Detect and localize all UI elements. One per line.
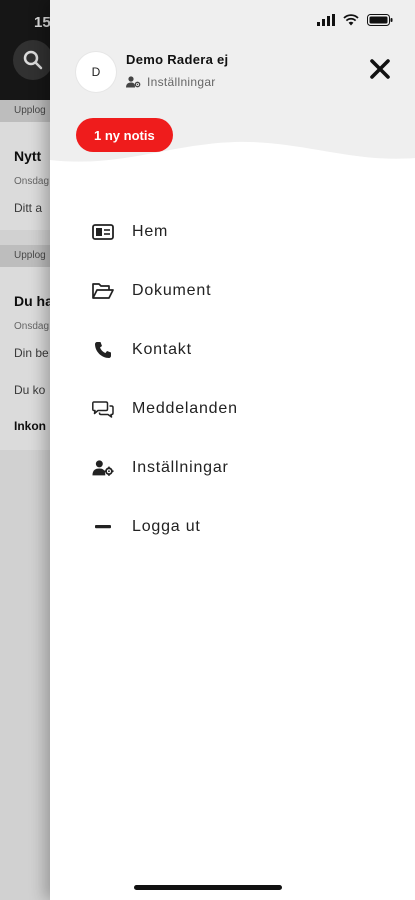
close-icon [370, 59, 390, 79]
drawer-header: D Demo Radera ej Inställningar 1 ny noti… [50, 0, 415, 170]
folder-open-icon [92, 280, 114, 302]
close-button[interactable] [367, 56, 393, 82]
signal-icon [317, 14, 335, 26]
home-indicator[interactable] [134, 885, 282, 890]
menu-item-label: Logga ut [132, 517, 201, 535]
battery-icon [367, 14, 393, 26]
wifi-icon [343, 14, 359, 26]
minus-icon [92, 516, 114, 538]
avatar[interactable]: D [76, 52, 116, 92]
menu-item-logga-ut[interactable]: Logga ut [50, 497, 415, 556]
navigation-drawer: D Demo Radera ej Inställningar 1 ny noti… [50, 0, 415, 900]
menu-item-installningar[interactable]: Inställningar [50, 438, 415, 497]
user-cog-icon [92, 457, 114, 479]
menu-item-label: Meddelanden [132, 399, 238, 417]
menu-item-dokument[interactable]: Dokument [50, 261, 415, 320]
menu-item-meddelanden[interactable]: Meddelanden [50, 379, 415, 438]
menu-item-label: Hem [132, 222, 169, 240]
menu-item-label: Kontakt [132, 340, 192, 358]
notification-badge-button[interactable]: 1 ny notis [76, 118, 173, 152]
menu-item-label: Inställningar [132, 458, 229, 476]
drawer-menu: Hem Dokument Kontakt Meddelanden Inställ… [50, 202, 415, 556]
user-name: Demo Radera ej [126, 52, 229, 67]
menu-item-label: Dokument [132, 281, 212, 299]
chat-bubbles-icon [92, 398, 114, 420]
phone-icon [92, 339, 114, 361]
settings-link-label: Inställningar [147, 75, 216, 89]
status-icons [317, 14, 393, 26]
settings-link[interactable]: Inställningar [126, 75, 216, 89]
menu-item-kontakt[interactable]: Kontakt [50, 320, 415, 379]
avatar-initial: D [91, 65, 101, 79]
id-card-icon [92, 221, 114, 243]
menu-item-hem[interactable]: Hem [50, 202, 415, 261]
user-cog-icon [126, 76, 141, 88]
notification-badge-label: 1 ny notis [94, 127, 155, 143]
